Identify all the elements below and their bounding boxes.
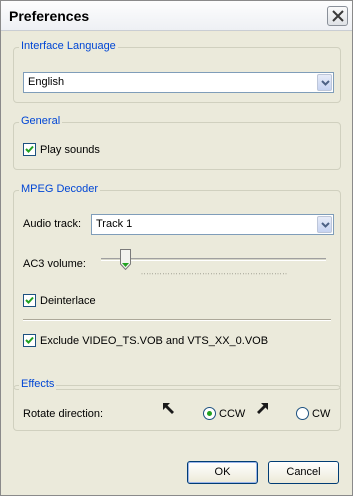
window-title: Preferences <box>9 8 90 24</box>
deinterlace-label: Deinterlace <box>40 294 96 307</box>
exclude-vob-option[interactable]: Exclude VIDEO_TS.VOB and VTS_XX_0.VOB <box>23 334 268 347</box>
audio-track-select[interactable]: Track 1 <box>91 214 334 235</box>
play-sounds-option[interactable]: Play sounds <box>23 143 100 156</box>
audio-track-select-value: Track 1 <box>96 218 133 230</box>
ac3-volume-track[interactable] <box>101 258 326 261</box>
deinterlace-option[interactable]: Deinterlace <box>23 294 96 307</box>
general-legend: General <box>19 115 63 127</box>
rotate-cw-radio[interactable] <box>296 407 309 420</box>
exclude-vob-label: Exclude VIDEO_TS.VOB and VTS_XX_0.VOB <box>40 334 269 347</box>
language-select[interactable]: English <box>23 72 334 93</box>
language-dropdown-button[interactable] <box>317 74 332 91</box>
deinterlace-checkbox[interactable] <box>23 294 36 307</box>
play-sounds-label: Play sounds <box>40 143 100 156</box>
ac3-volume-ticks <box>141 273 287 275</box>
cancel-button[interactable]: Cancel <box>268 461 339 484</box>
close-button[interactable] <box>327 6 348 26</box>
chevron-down-icon <box>321 80 330 86</box>
checkmark-icon <box>25 296 34 304</box>
effects-legend: Effects <box>19 378 57 390</box>
play-sounds-checkbox[interactable] <box>23 143 36 156</box>
arrow-up-right-icon <box>257 403 268 414</box>
rotate-direction-label: Rotate direction: <box>23 408 104 420</box>
checkmark-icon <box>25 336 34 344</box>
ac3-volume-slider-thumb[interactable] <box>119 249 131 271</box>
arrow-up-left-icon <box>163 403 174 414</box>
interface-language-legend: Interface Language <box>19 40 118 52</box>
dialog-body: Interface Language English General Play … <box>1 32 352 495</box>
mpeg-decoder-legend: MPEG Decoder <box>19 183 101 195</box>
checkmark-icon <box>25 145 34 153</box>
audio-track-label: Audio track: <box>23 218 82 230</box>
chevron-down-icon <box>321 222 330 228</box>
audio-track-dropdown-button[interactable] <box>317 216 332 233</box>
radio-selected-dot <box>207 411 212 416</box>
rotate-ccw-label[interactable]: CCW <box>219 408 245 420</box>
close-icon <box>332 10 344 22</box>
preferences-dialog: Preferences Interface Language English G… <box>0 0 353 496</box>
rotate-cw-label[interactable]: CW <box>312 408 330 420</box>
exclude-vob-checkbox[interactable] <box>23 334 36 347</box>
language-select-value: English <box>28 76 65 88</box>
decoder-separator <box>23 319 331 321</box>
ok-button[interactable]: OK <box>187 461 258 484</box>
rotate-ccw-radio[interactable] <box>203 407 216 420</box>
title-bar[interactable]: Preferences <box>1 1 352 31</box>
ac3-volume-label: AC3 volume: <box>23 258 86 270</box>
